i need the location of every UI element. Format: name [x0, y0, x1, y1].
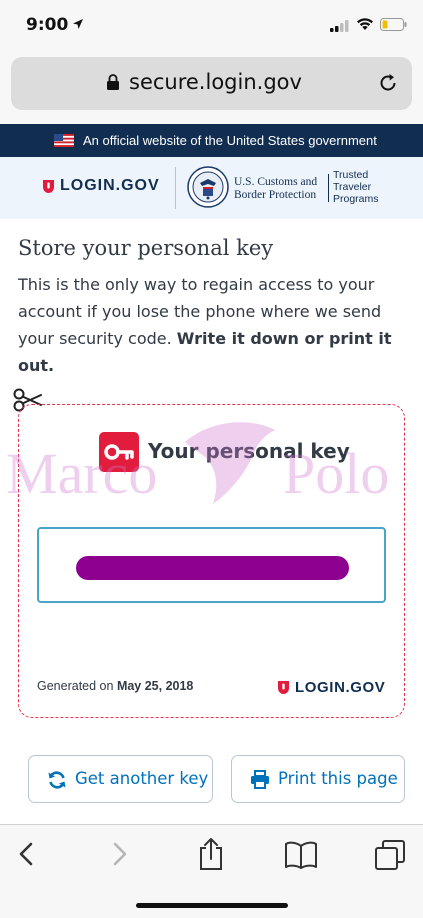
- printer-icon: [250, 770, 270, 794]
- redacted-key-bar: [76, 556, 349, 580]
- signal-icon: [330, 19, 350, 37]
- generated-on-text: Generated on May 25, 2018: [37, 679, 193, 693]
- generated-date: May 25, 2018: [116, 679, 194, 693]
- get-another-key-label: Get another key: [75, 769, 209, 788]
- site-header: LOGIN.GOV U.S. Customs and Border Protec…: [0, 157, 423, 219]
- official-gov-text: An official website of the United States…: [83, 133, 377, 148]
- print-page-button[interactable]: Print this page: [231, 755, 405, 803]
- bookmarks-icon[interactable]: [284, 841, 318, 874]
- dhs-seal-icon: [187, 166, 229, 213]
- cbp-logo-text: U.S. Customs and Border Protection: [234, 176, 317, 202]
- status-bar: 9:00: [0, 0, 423, 52]
- cbp-line-2: Border Protection: [234, 189, 317, 201]
- battery-icon: [380, 18, 407, 36]
- ttp-line-1: Trusted: [333, 169, 369, 181]
- shield-icon: [277, 680, 290, 700]
- personal-key-title: Your personal key: [148, 439, 350, 463]
- personal-key-box: [37, 527, 386, 603]
- ttp-line-3: Programs: [333, 193, 379, 205]
- wifi-icon: [356, 17, 374, 36]
- generated-label: Generated on: [37, 679, 114, 693]
- personal-key-card: Your personal key Generated on May 25, 2…: [18, 404, 405, 718]
- home-indicator: [136, 903, 288, 908]
- shield-icon: [42, 179, 55, 199]
- lock-icon: [106, 73, 120, 96]
- get-another-key-button[interactable]: Get another key: [28, 755, 213, 803]
- refresh-icon: [47, 770, 67, 795]
- share-icon[interactable]: [198, 837, 224, 876]
- header-divider: [175, 167, 176, 209]
- forward-icon[interactable]: [112, 841, 128, 872]
- cbp-line-1: U.S. Customs and: [234, 176, 318, 188]
- location-arrow-icon: [72, 17, 84, 35]
- print-page-label: Print this page: [278, 769, 398, 788]
- cbp-divider: [328, 174, 329, 202]
- official-gov-banner: An official website of the United States…: [0, 124, 423, 157]
- intro-text: This is the only way to regain access to…: [18, 271, 410, 379]
- tabs-icon[interactable]: [374, 839, 406, 876]
- ttp-logo-text: Trusted Traveler Programs: [333, 169, 379, 205]
- us-flag-icon: [54, 134, 74, 147]
- status-time: 9:00: [26, 15, 69, 35]
- url-text: secure.login.gov: [129, 70, 302, 94]
- card-login-gov-logo: LOGIN.GOV: [295, 679, 386, 696]
- key-icon: [99, 432, 139, 472]
- page-title: Store your personal key: [18, 236, 274, 260]
- browser-chrome: secure.login.gov: [0, 52, 423, 124]
- address-bar[interactable]: secure.login.gov: [11, 57, 412, 110]
- back-icon[interactable]: [18, 841, 34, 872]
- login-gov-logo[interactable]: LOGIN.GOV: [60, 177, 160, 195]
- ttp-line-2: Traveler: [333, 181, 372, 193]
- reload-icon[interactable]: [377, 72, 399, 99]
